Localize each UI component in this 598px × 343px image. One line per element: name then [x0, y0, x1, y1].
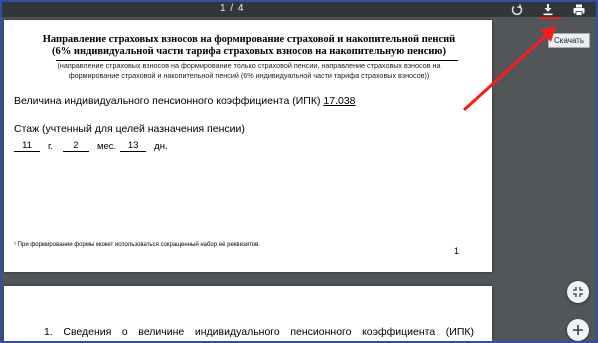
fit-to-page-button[interactable] — [567, 281, 589, 303]
stazh-days-unit: дн. — [154, 141, 168, 152]
note-line-2: формирование страховой и накопительной п… — [68, 70, 430, 80]
pdf-viewer: 1 / 4 Направление страховых взносов на ф… — [2, 2, 596, 341]
ipk-label: Величина индивидуального пенсионного коэ… — [14, 95, 321, 107]
stazh-years-unit: г. — [48, 141, 53, 152]
ipk-value: 17.038 — [323, 95, 356, 107]
stazh-months: 2 — [62, 140, 89, 152]
pdf-page-1: Направление страховых взносов на формиро… — [4, 20, 492, 272]
plus-icon — [573, 325, 583, 335]
note-line-1: (направление страховых взносов на формир… — [57, 61, 441, 70]
zoom-in-button[interactable] — [567, 319, 589, 341]
title-line-1: Направление страховых взносов на формиро… — [42, 34, 456, 45]
ipk-row: Величина индивидуального пенсионного коэ… — [14, 95, 356, 107]
title-line-2: (6% индивидуальной части тарифа страховы… — [52, 46, 446, 57]
title-note: (направление страховых взносов на формир… — [14, 61, 484, 80]
download-tooltip: Скачать — [548, 33, 590, 48]
rotate-icon[interactable] — [510, 3, 524, 17]
document-title: Направление страховых взносов на формиро… — [14, 34, 484, 58]
page-number: 1 — [454, 246, 460, 256]
section-1-heading: 1. Сведения о величине индивидуального п… — [44, 326, 474, 341]
fit-to-page-icon — [573, 287, 583, 297]
stazh-values: 11 г. 2 мес. 13 дн. — [14, 140, 178, 152]
download-icon[interactable] — [541, 3, 555, 17]
viewer-toolbar: 1 / 4 — [2, 2, 596, 17]
stazh-months-unit: мес. — [96, 141, 117, 152]
stazh-days: 13 — [120, 140, 147, 152]
stazh-label: Стаж (учтенный для целей назначения пенс… — [14, 123, 245, 135]
print-icon[interactable] — [572, 3, 586, 17]
footnote: ¹ При формировании формы может использов… — [14, 242, 260, 248]
download-highlight-underline — [539, 17, 561, 19]
page-counter: 1 / 4 — [220, 3, 245, 14]
pdf-page-2: 1. Сведения о величине индивидуального п… — [4, 286, 492, 341]
stazh-years: 11 — [14, 140, 40, 152]
